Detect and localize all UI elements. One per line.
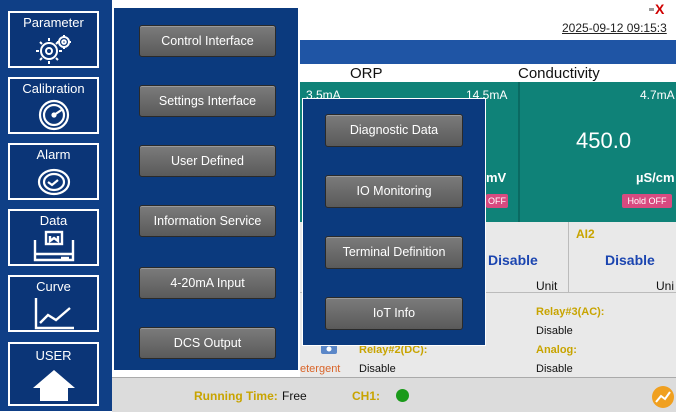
running-time-label: Running Time:	[194, 389, 278, 403]
datetime-display: 2025-09-12 09:15:3	[562, 21, 667, 35]
sidebar-item-label: USER	[35, 348, 72, 363]
sidebar-item-label: Parameter	[23, 15, 84, 30]
sidebar-item-alarm[interactable]: Alarm	[8, 143, 99, 200]
dcs-output-button[interactable]: DCS Output	[139, 327, 276, 359]
channel-header-row: ORP Conductivity	[300, 64, 676, 83]
conductivity-hold-button[interactable]: Hold OFF	[622, 194, 672, 208]
sidebar-item-label: Calibration	[22, 81, 85, 96]
conductivity-unit: µS/cm	[636, 170, 675, 185]
terminal-definition-button[interactable]: Terminal Definition	[325, 236, 463, 269]
sidebar-item-label: Alarm	[36, 147, 71, 162]
status-bar: Running Time: Free CH1:	[112, 377, 676, 412]
ai1-unit: Unit	[536, 279, 558, 293]
ch1-label: CH1:	[352, 389, 381, 403]
sidebar-item-curve[interactable]: Curve	[8, 275, 99, 332]
ai2-unit: Uni	[656, 279, 675, 293]
minimize-button[interactable]	[649, 8, 654, 11]
home-icon	[32, 370, 75, 401]
trend-curve-icon	[34, 298, 74, 330]
control-interface-button[interactable]: Control Interface	[139, 25, 276, 57]
orp-header: ORP	[350, 65, 383, 82]
analog-value: Disable	[536, 363, 573, 375]
settings-interface-button[interactable]: Settings Interface	[139, 85, 276, 117]
sidebar-item-user[interactable]: USER	[8, 342, 99, 406]
io-monitoring-button[interactable]: IO Monitoring	[325, 175, 463, 208]
conductivity-value: 450.0	[576, 128, 632, 153]
detergent-label: etergent	[300, 363, 341, 375]
sidebar-item-parameter[interactable]: Parameter	[8, 11, 99, 68]
io-divider	[568, 222, 569, 292]
alarm-clock-icon	[37, 168, 70, 196]
sidebar-item-label: Data	[39, 213, 68, 228]
relay2-value: Disable	[359, 363, 396, 375]
running-time-value: Free	[282, 389, 307, 403]
information-service-button[interactable]: Information Service	[139, 205, 276, 237]
ai1-disable: Disable	[488, 252, 538, 268]
relay3-label: Relay#3(AC):	[536, 306, 605, 318]
conductivity-header: Conductivity	[518, 65, 600, 82]
sidebar: Parameter Calibration Alarm Data Curve U…	[0, 0, 112, 411]
panel-divider	[518, 82, 520, 222]
analog-input-button[interactable]: 4-20mA Input	[139, 267, 276, 299]
trend-chart-icon[interactable]	[652, 386, 674, 408]
ai2-label: AI2	[576, 227, 595, 241]
iot-info-button[interactable]: IoT Info	[325, 297, 463, 330]
ch1-status-indicator	[396, 389, 409, 402]
analog-label: Analog:	[536, 344, 577, 356]
data-storage-icon	[33, 230, 74, 262]
close-button[interactable]: X	[655, 1, 664, 17]
gauge-icon	[38, 99, 69, 131]
orp-unit: mV	[486, 170, 507, 185]
ai2-disable: Disable	[605, 252, 655, 268]
orp-hold-button[interactable]: OFF	[486, 194, 508, 208]
user-defined-button[interactable]: User Defined	[139, 145, 276, 177]
sidebar-item-data[interactable]: Data	[8, 209, 99, 266]
sidebar-item-label: Curve	[36, 279, 71, 294]
gears-icon	[35, 35, 71, 64]
conductivity-current: 4.7mA	[640, 88, 675, 102]
relay3-value: Disable	[536, 325, 573, 337]
sidebar-item-calibration[interactable]: Calibration	[8, 77, 99, 134]
header-band	[300, 40, 676, 64]
diagnostic-data-button[interactable]: Diagnostic Data	[325, 114, 463, 147]
parameter-menu: Control Interface Settings Interface Use…	[113, 7, 299, 371]
information-service-submenu: Diagnostic Data IO Monitoring Terminal D…	[302, 98, 486, 346]
